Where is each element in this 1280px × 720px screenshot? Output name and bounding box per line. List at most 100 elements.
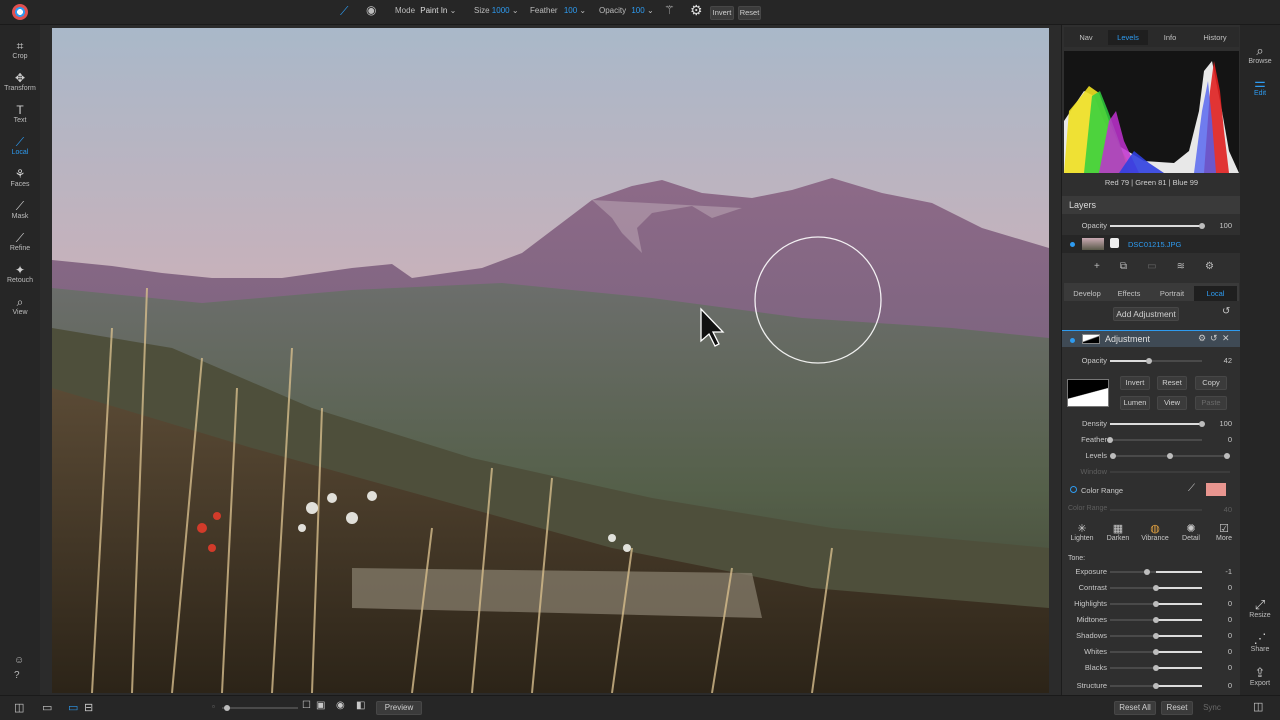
mask-copy-button[interactable]: Copy (1195, 376, 1227, 390)
layer-visible-dot[interactable] (1070, 242, 1075, 247)
mode-select[interactable]: Mode Paint In ⌄ (395, 6, 456, 15)
color-range-toggle[interactable] (1070, 486, 1077, 493)
color-range-swatch[interactable] (1206, 483, 1226, 496)
fit-icon[interactable]: ☐ (302, 700, 311, 711)
more-preset[interactable]: ☑ More (1210, 522, 1238, 550)
whites-slider[interactable] (1110, 649, 1202, 655)
adj-opacity-knob[interactable] (1145, 358, 1152, 364)
highlights-slider[interactable] (1110, 601, 1202, 607)
structure-knob[interactable] (1153, 683, 1159, 689)
sync-button[interactable]: Sync (1197, 701, 1227, 715)
levels-knob-mid[interactable] (1167, 453, 1173, 459)
filmstrip-icon[interactable]: ▭ (42, 701, 52, 714)
tool-faces[interactable]: ⚘ Faces (0, 167, 40, 188)
mask-lumen-button[interactable]: Lumen (1120, 396, 1150, 410)
settings-gear-icon[interactable]: ⚙ (690, 2, 703, 19)
midtones-slider[interactable] (1110, 617, 1202, 623)
magic-wand-icon[interactable]: ⚚ (664, 3, 675, 17)
feather-knob[interactable] (1107, 437, 1113, 443)
feather-control[interactable]: Feather 100 ⌄ (530, 6, 586, 15)
before-after-icon[interactable]: ◧ (356, 700, 365, 711)
mask-invert-button[interactable]: Invert (1120, 376, 1150, 390)
blacks-knob[interactable] (1153, 665, 1159, 671)
tool-local[interactable]: ⟋ Local (0, 135, 40, 156)
tool-retouch[interactable]: ✦ Retouch (0, 263, 40, 284)
adjustment-settings-icon[interactable]: ⚙ (1198, 333, 1206, 344)
tool-crop[interactable]: ⌗ Crop (0, 39, 40, 60)
mask-overlay-icon[interactable]: ◉ (336, 700, 345, 711)
layer-opacity-slider[interactable] (1110, 223, 1205, 229)
add-layer-icon[interactable]: + (1094, 261, 1100, 275)
density-knob[interactable] (1199, 421, 1205, 427)
adjustment-header[interactable]: Adjustment ⚙ ↺ ✕ (1062, 330, 1240, 347)
tab-local[interactable]: Local (1194, 286, 1237, 301)
app-logo-icon[interactable] (12, 4, 28, 20)
layer-row[interactable]: DSC01215.JPG (1062, 235, 1240, 253)
shadows-slider[interactable] (1110, 633, 1202, 639)
midtones-knob[interactable] (1153, 617, 1159, 623)
blacks-slider[interactable] (1110, 665, 1202, 671)
feather-slider[interactable] (1107, 437, 1202, 443)
adjustment-close-icon[interactable]: ✕ (1222, 333, 1230, 344)
levels-slider[interactable] (1110, 453, 1230, 459)
tool-text[interactable]: T Text (0, 103, 40, 124)
density-slider[interactable] (1110, 421, 1205, 427)
mask-reset-button[interactable]: Reset (1157, 376, 1187, 390)
share-button[interactable]: ⋰ Share (1240, 631, 1280, 653)
tab-portrait[interactable]: Portrait (1150, 286, 1194, 301)
invert-button[interactable]: Invert (710, 6, 734, 20)
tool-mask[interactable]: ⟋ Mask (0, 199, 40, 220)
contrast-knob[interactable] (1153, 585, 1159, 591)
resize-button[interactable]: ⤢ Resize (1240, 597, 1280, 619)
tool-refine[interactable]: ⟋ Refine (0, 231, 40, 252)
duplicate-layer-icon[interactable]: ⧉ (1120, 261, 1127, 275)
structure-slider[interactable] (1110, 683, 1202, 689)
exposure-knob[interactable] (1144, 569, 1150, 575)
reset-button[interactable]: Reset (738, 6, 761, 20)
single-view-icon[interactable]: ▭ (68, 701, 78, 714)
mask-paste-button[interactable]: Paste (1195, 396, 1227, 410)
mask-view-button[interactable]: View (1157, 396, 1187, 410)
edit-button[interactable]: ⚌ Edit (1240, 75, 1280, 97)
export-button[interactable]: ⇪ Export (1240, 665, 1280, 687)
opacity-control[interactable]: Opacity 100 ⌄ (599, 6, 654, 15)
exposure-slider[interactable] (1110, 569, 1202, 575)
levels-knob-right[interactable] (1224, 453, 1230, 459)
photo-canvas[interactable] (52, 28, 1049, 693)
stack-layer-icon[interactable]: ≋ (1177, 261, 1185, 275)
reset-all-button[interactable]: Reset All (1114, 701, 1156, 715)
tab-effects[interactable]: Effects (1108, 286, 1150, 301)
show-mask-icon[interactable]: ◉ (366, 3, 376, 17)
compare-view-icon[interactable]: ⊟ (84, 701, 93, 714)
detail-preset[interactable]: ✺ Detail (1176, 522, 1206, 550)
layer-settings-icon[interactable]: ⚙ (1205, 261, 1214, 275)
tab-develop[interactable]: Develop (1066, 286, 1108, 301)
zoom-slider[interactable] (222, 705, 298, 711)
darken-preset[interactable]: ▦ Darken (1102, 522, 1134, 550)
tab-levels[interactable]: Levels (1108, 30, 1148, 45)
tool-transform[interactable]: ✥ Transform (0, 71, 40, 92)
account-icon[interactable]: ☺ (14, 655, 24, 666)
highlights-knob[interactable] (1153, 601, 1159, 607)
help-icon[interactable]: ? (14, 670, 20, 681)
toggle-right-panel-icon[interactable]: ◫ (1253, 700, 1263, 713)
add-adjustment-button[interactable]: Add Adjustment (1113, 307, 1179, 321)
window-slider[interactable] (1110, 471, 1230, 473)
tool-view[interactable]: ⌕ View (0, 295, 40, 316)
zoom-knob[interactable] (224, 705, 230, 711)
zoom-out-icon[interactable]: ▫ (212, 702, 215, 711)
delete-layer-icon[interactable]: ▭ (1147, 261, 1156, 275)
brush-tool-icon[interactable]: ⟋ (340, 4, 348, 19)
adj-opacity-slider[interactable] (1110, 358, 1202, 364)
preview-button[interactable]: Preview (376, 701, 422, 715)
text-overlay-icon[interactable]: ▣ (316, 700, 325, 711)
adjustment-reset-icon[interactable]: ↺ (1210, 333, 1218, 344)
whites-knob[interactable] (1153, 649, 1159, 655)
tab-info[interactable]: Info (1152, 30, 1188, 45)
toggle-left-panel-icon[interactable]: ◫ (14, 701, 24, 714)
layers-header[interactable]: Layers (1062, 196, 1240, 214)
contrast-slider[interactable] (1110, 585, 1202, 591)
eyedropper-icon[interactable]: ⟋ (1188, 483, 1195, 494)
vibrance-preset[interactable]: ◍ Vibrance (1138, 522, 1172, 550)
color-range-slider[interactable] (1110, 509, 1202, 511)
